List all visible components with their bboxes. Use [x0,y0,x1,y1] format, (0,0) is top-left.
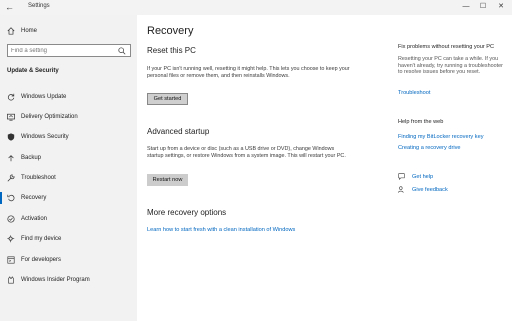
recovery-icon [7,194,15,202]
search-box[interactable] [7,44,131,57]
get-help-row[interactable]: Get help [398,173,508,181]
sidebar-item-label: Delivery Optimization [21,114,78,120]
title-bar: ← Settings — ☐ ✕ [0,0,512,15]
section-title: Update & Security [7,68,59,74]
reset-heading: Reset this PC [147,46,196,55]
search-input[interactable] [11,46,111,55]
delivery-optimization-icon [7,113,15,121]
activation-check-icon [7,215,15,223]
help-from-web-heading: Help from the web [398,119,444,125]
page-title: Recovery [147,25,194,37]
sidebar-item-label: Activation [21,216,48,222]
advanced-startup-heading: Advanced startup [147,127,210,136]
sidebar-item-windows-security[interactable]: Windows Security [7,133,132,143]
sidebar-item-label: Windows Security [21,134,69,140]
settings-window: ← Settings — ☐ ✕ Home Update & Security [0,0,512,321]
get-started-button[interactable]: Get started [147,93,188,105]
sidebar-item-windows-insider-program[interactable]: Windows Insider Program [7,276,132,286]
sidebar-item-for-developers[interactable]: For developers [7,256,132,266]
close-icon[interactable]: ✕ [494,2,508,12]
developer-tools-icon [7,256,15,264]
more-options-heading: More recovery options [147,208,227,217]
home-label: Home [21,28,38,34]
sidebar: Home Update & Security Windows Update [0,15,137,321]
sidebar-item-label: Backup [21,155,42,161]
restart-now-button[interactable]: Restart now [147,174,188,186]
wrench-icon [7,174,15,182]
backup-arrow-icon [8,155,14,162]
sync-icon [7,93,15,101]
home-icon [7,27,15,35]
minimize-icon[interactable]: — [459,2,473,12]
recovery-drive-link[interactable]: Creating a recovery drive [398,145,461,151]
fix-problems-text: Resetting your PC can take a while. If y… [398,56,503,76]
sidebar-item-backup[interactable]: Backup [7,154,132,164]
give-feedback-row[interactable]: Give feedback [398,186,508,194]
sidebar-item-label: Recovery [21,195,47,201]
maximize-icon[interactable]: ☐ [476,2,490,12]
clean-install-link[interactable]: Learn how to start fresh with a clean in… [147,227,295,233]
sidebar-item-recovery[interactable]: Recovery [0,192,132,204]
sidebar-item-activation[interactable]: Activation [7,215,132,225]
window-title: Settings [28,3,50,9]
find-device-icon [7,235,15,243]
shield-icon [7,133,15,141]
sidebar-item-label: Troubleshoot [21,175,56,181]
sidebar-item-troubleshoot[interactable]: Troubleshoot [7,174,132,184]
bitlocker-recovery-key-link[interactable]: Finding my BitLocker recovery key [398,134,484,140]
sidebar-item-label: Windows Update [21,94,67,100]
sidebar-item-label: Windows Insider Program [21,277,90,283]
sidebar-item-delivery-optimization[interactable]: Delivery Optimization [7,113,132,123]
main-content: Recovery Reset this PC If your PC isn't … [137,15,512,321]
get-help-link[interactable]: Get help [412,174,433,180]
give-feedback-link[interactable]: Give feedback [412,187,448,193]
sidebar-item-find-my-device[interactable]: Find my device [7,235,132,245]
sidebar-item-label: For developers [21,257,62,263]
feedback-person-icon [398,186,404,193]
fix-problems-heading: Fix problems without resetting your PC [398,44,495,50]
search-icon[interactable] [118,47,126,55]
troubleshoot-link[interactable]: Troubleshoot [398,90,430,96]
advanced-startup-description: Start up from a device or disc (such as … [147,146,346,159]
reset-description: If your PC isn't running well, resetting… [147,66,350,79]
chat-help-icon [398,173,405,180]
sidebar-item-label: Find my device [21,236,62,242]
back-arrow-icon[interactable]: ← [5,2,15,12]
insider-cat-icon [8,276,14,284]
sidebar-item-windows-update[interactable]: Windows Update [7,93,132,103]
